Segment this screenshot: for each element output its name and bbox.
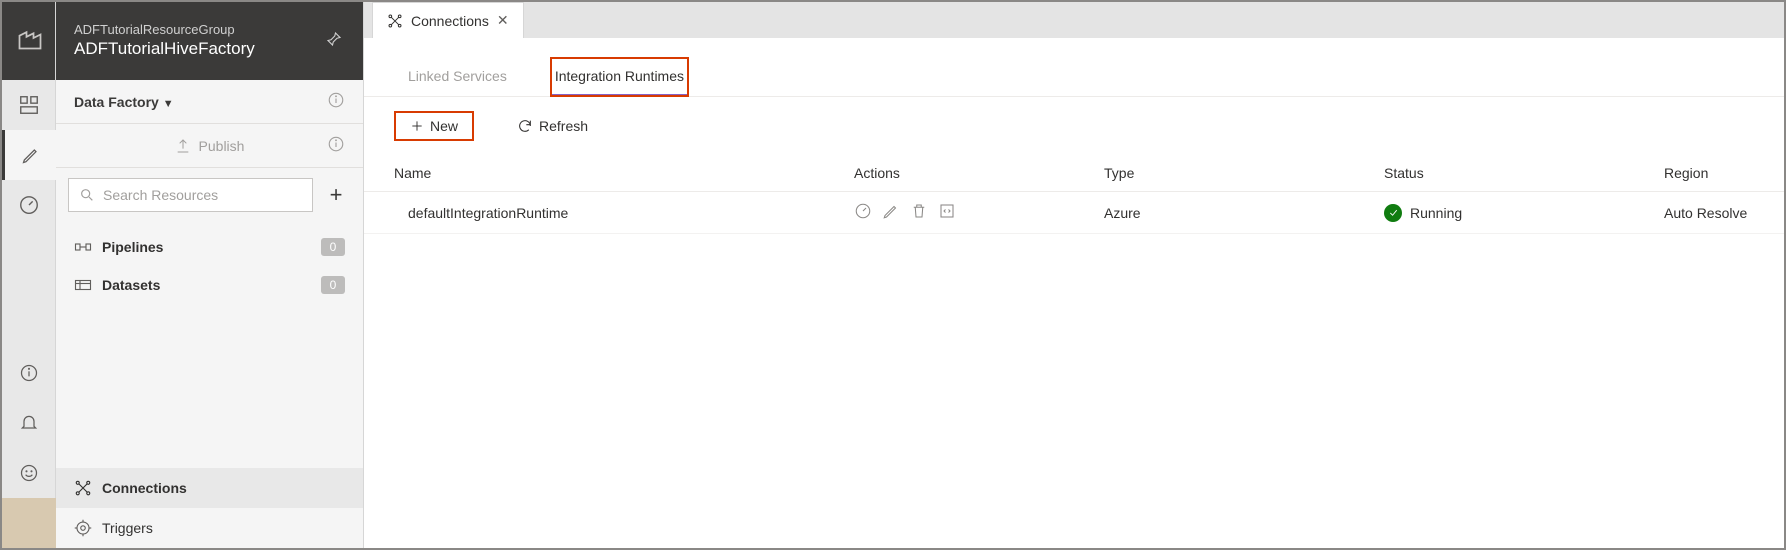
- sidebar-connections[interactable]: Connections: [56, 468, 363, 508]
- refresh-icon: [517, 118, 533, 134]
- refresh-button[interactable]: Refresh: [502, 112, 603, 140]
- smiley-icon: [19, 463, 39, 483]
- pipelines-count: 0: [321, 238, 345, 256]
- col-status[interactable]: Status: [1384, 165, 1664, 181]
- factory-icon: [16, 24, 44, 52]
- tree-datasets[interactable]: Datasets 0: [56, 266, 363, 304]
- add-resource-button[interactable]: +: [321, 178, 351, 212]
- pin-button[interactable]: [325, 30, 343, 51]
- pin-icon: [325, 30, 343, 48]
- main-area: Connections ✕ Linked Services Integratio…: [364, 2, 1784, 548]
- doc-tab-title: Connections: [411, 13, 489, 29]
- chevron-down-icon: ▼: [163, 98, 174, 110]
- new-button[interactable]: New: [394, 111, 474, 141]
- connections-icon: [74, 479, 92, 497]
- connections-subtabs: Linked Services Integration Runtimes: [364, 38, 1784, 97]
- gauge-icon: [18, 194, 40, 216]
- connections-label: Connections: [102, 480, 187, 496]
- rail-info[interactable]: [2, 348, 56, 398]
- pencil-icon: [21, 145, 41, 165]
- col-region[interactable]: Region: [1664, 165, 1754, 181]
- publish-label: Publish: [199, 138, 245, 154]
- publish-button[interactable]: Publish: [56, 124, 363, 168]
- sidebar: ADFTutorialResourceGroup ADFTutorialHive…: [56, 2, 364, 548]
- code-icon: [938, 202, 956, 220]
- action-monitor[interactable]: [854, 202, 872, 223]
- status-running-icon: [1384, 204, 1402, 222]
- triggers-icon: [74, 519, 92, 537]
- trash-icon: [910, 202, 928, 220]
- col-type[interactable]: Type: [1104, 165, 1384, 181]
- plus-icon: +: [330, 182, 343, 208]
- sidebar-triggers[interactable]: Triggers: [56, 508, 363, 548]
- rail-monitor[interactable]: [2, 180, 56, 230]
- scope-info-icon[interactable]: [327, 91, 345, 112]
- datasets-label: Datasets: [102, 277, 160, 293]
- rail-overview[interactable]: [2, 80, 56, 130]
- publish-info-icon[interactable]: [327, 135, 345, 156]
- pipelines-label: Pipelines: [102, 239, 163, 255]
- search-box[interactable]: [68, 178, 313, 212]
- search-icon: [79, 187, 95, 203]
- action-delete[interactable]: [910, 202, 928, 223]
- plus-icon: [410, 119, 424, 133]
- table-row[interactable]: defaultIntegrationRuntime Azure Running …: [364, 192, 1784, 234]
- action-edit[interactable]: [882, 202, 900, 223]
- refresh-label: Refresh: [539, 118, 588, 134]
- tree-pipelines[interactable]: Pipelines 0: [56, 228, 363, 266]
- pipelines-icon: [74, 240, 92, 254]
- triggers-label: Triggers: [102, 520, 153, 536]
- rail-header-logo: [2, 2, 55, 80]
- search-input[interactable]: [103, 187, 302, 203]
- action-code[interactable]: [938, 202, 956, 223]
- factory-name: ADFTutorialHiveFactory: [74, 38, 255, 60]
- info-icon: [19, 363, 39, 383]
- connections-icon: [387, 13, 403, 29]
- row-name: defaultIntegrationRuntime: [394, 205, 854, 221]
- scope-label: Data Factory: [74, 94, 159, 110]
- close-tab-button[interactable]: ✕: [497, 12, 509, 29]
- row-type: Azure: [1104, 205, 1384, 221]
- gauge-icon: [854, 202, 872, 220]
- scope-selector[interactable]: Data Factory ▼: [56, 80, 363, 124]
- close-icon: ✕: [497, 12, 509, 28]
- grid-header: Name Actions Type Status Region: [364, 155, 1784, 192]
- subtab-linked-services[interactable]: Linked Services: [404, 58, 511, 96]
- row-actions: [854, 202, 1104, 223]
- sidebar-header: ADFTutorialResourceGroup ADFTutorialHive…: [56, 2, 363, 80]
- icon-rail: [2, 2, 56, 548]
- dashboard-icon: [18, 94, 40, 116]
- new-label: New: [430, 118, 458, 134]
- datasets-count: 0: [321, 276, 345, 294]
- row-region: Auto Resolve: [1664, 205, 1754, 221]
- rail-notifications[interactable]: [2, 398, 56, 448]
- datasets-icon: [74, 278, 92, 292]
- col-actions[interactable]: Actions: [854, 165, 1104, 181]
- rail-feedback[interactable]: [2, 448, 56, 498]
- doc-tab-connections[interactable]: Connections ✕: [372, 2, 524, 38]
- pencil-icon: [882, 202, 900, 220]
- resource-group-name: ADFTutorialResourceGroup: [74, 22, 255, 39]
- row-status: Running: [1410, 205, 1462, 221]
- rail-author[interactable]: [2, 130, 56, 180]
- document-tabstrip: Connections ✕: [364, 2, 1784, 38]
- toolbar: New Refresh: [364, 97, 1784, 155]
- publish-icon: [175, 138, 191, 154]
- subtab-integration-runtimes[interactable]: Integration Runtimes: [551, 58, 688, 96]
- col-name[interactable]: Name: [394, 165, 854, 181]
- rail-avatar[interactable]: [2, 498, 56, 548]
- bell-icon: [19, 413, 39, 433]
